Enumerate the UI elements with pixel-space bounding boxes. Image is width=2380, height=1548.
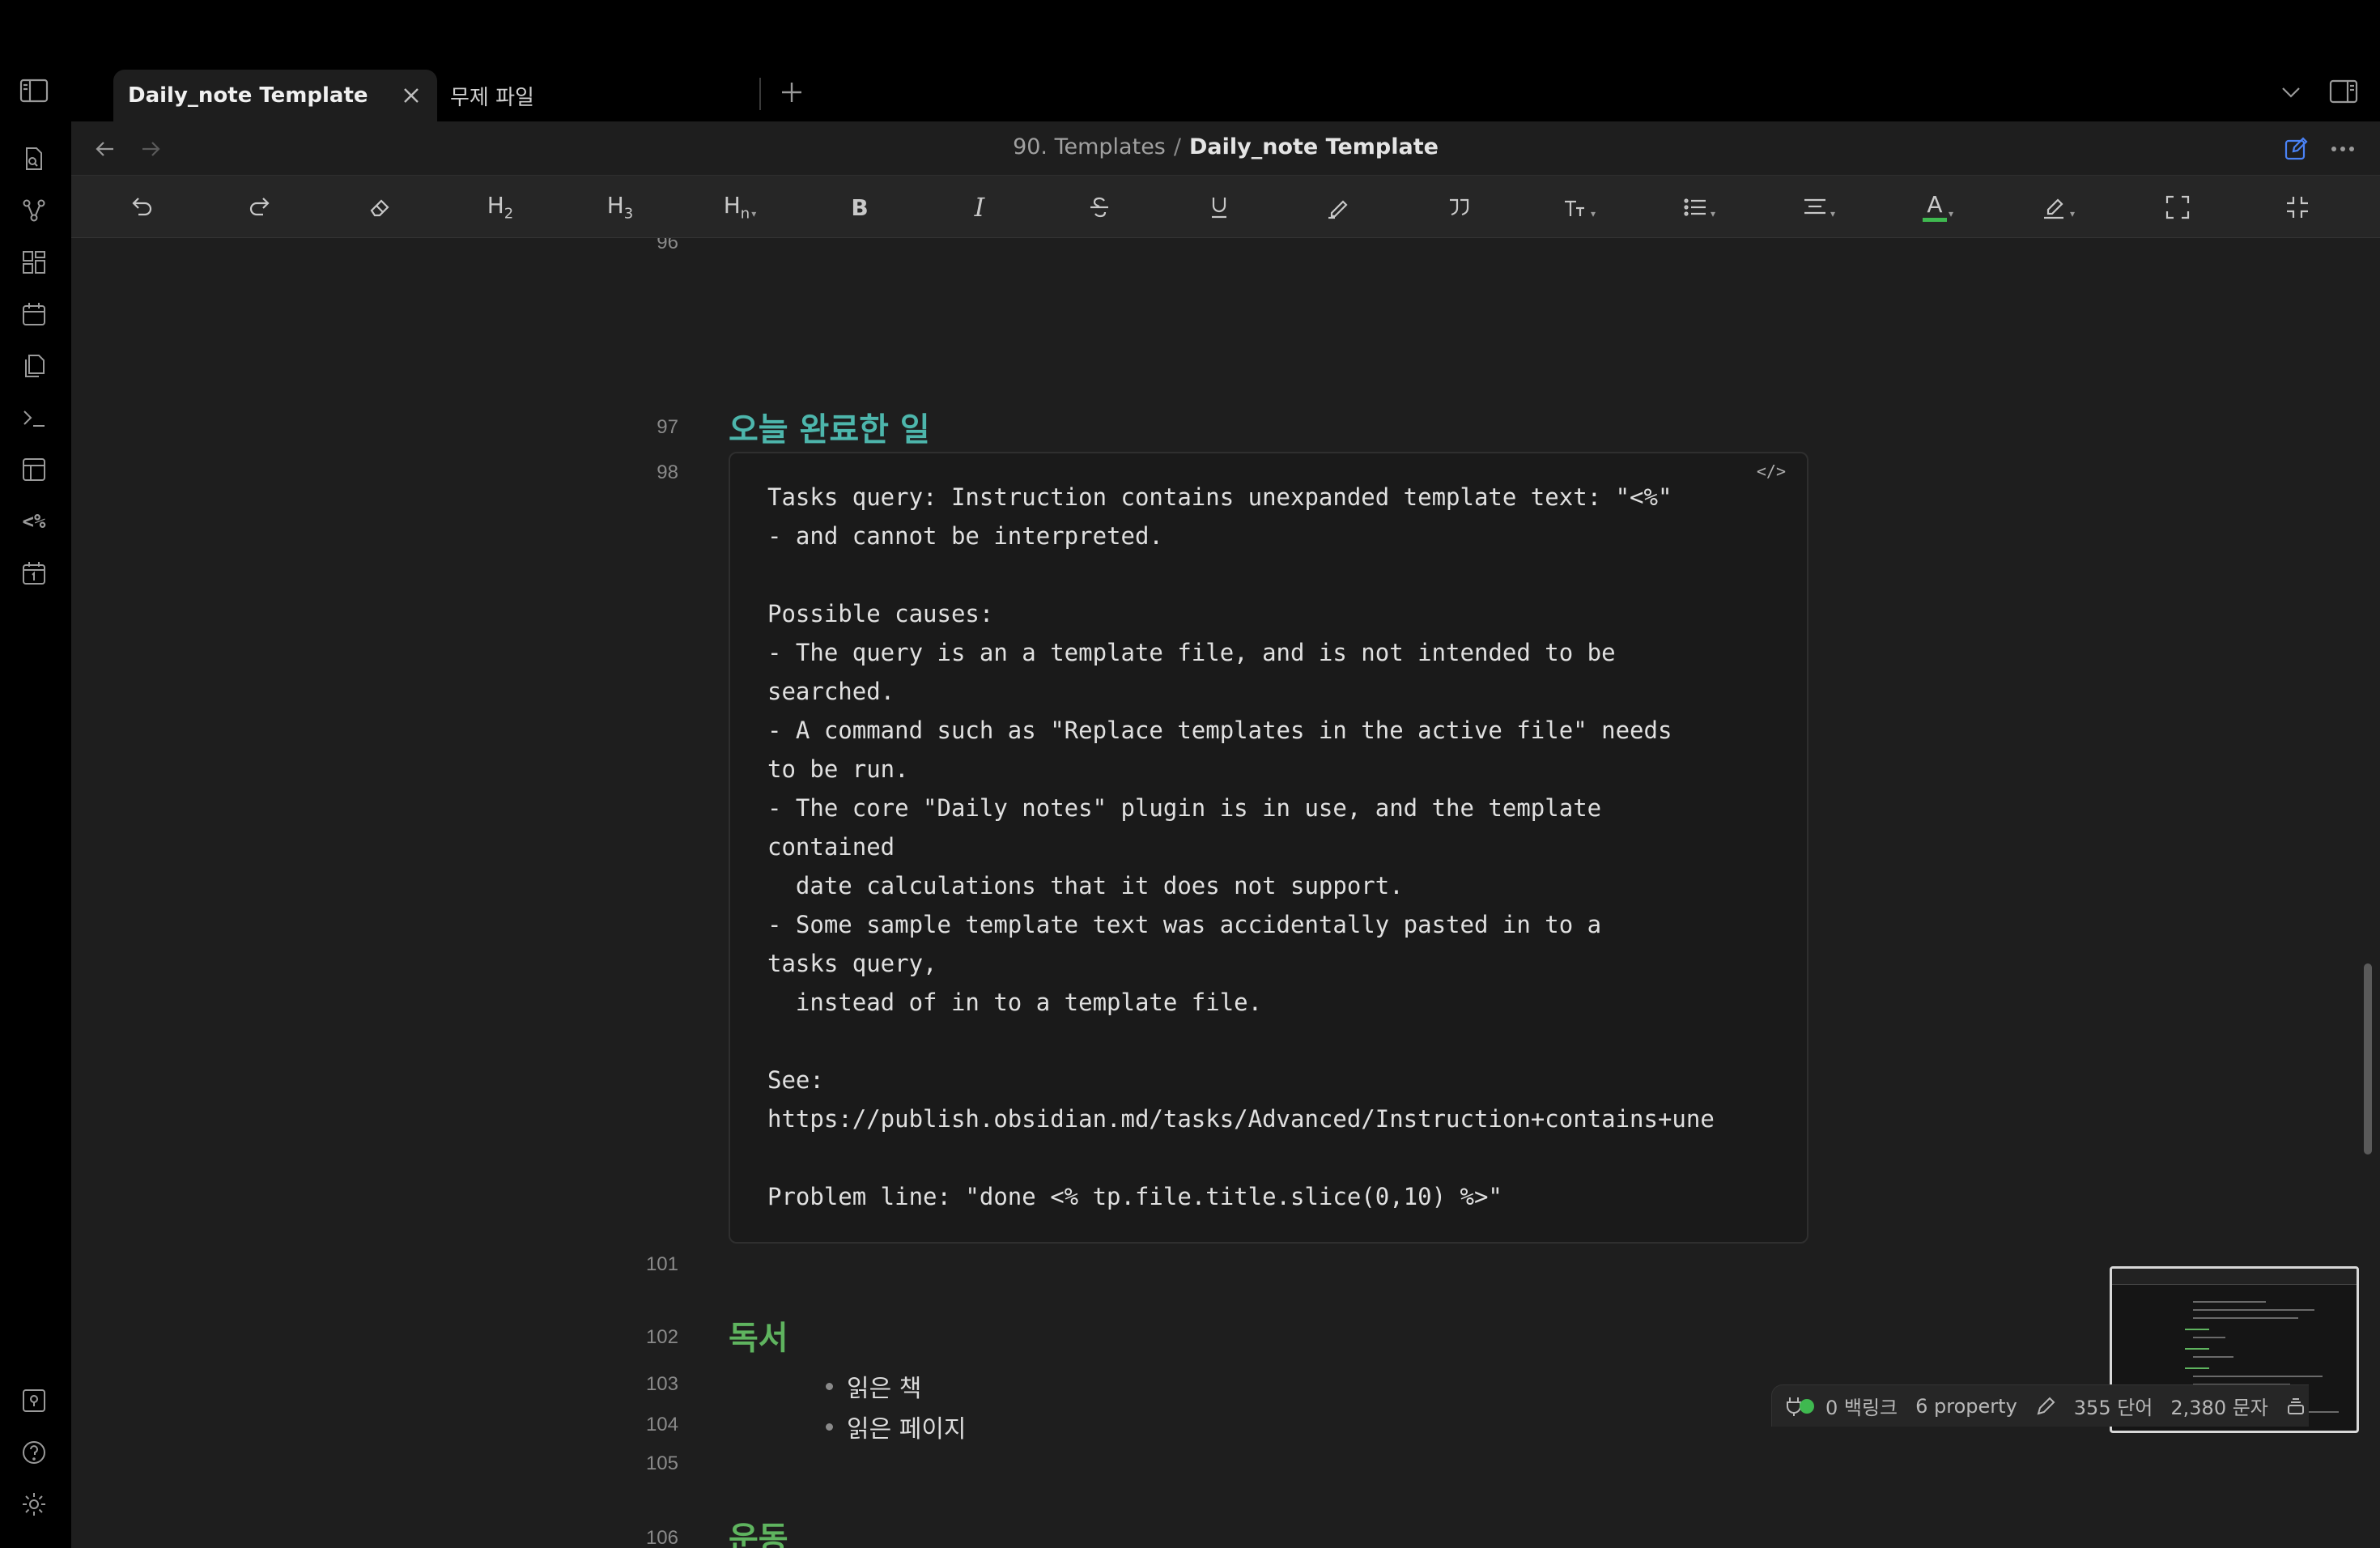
line-number: 102 <box>645 1326 678 1348</box>
underline-icon[interactable] <box>1198 187 1240 228</box>
more-options-icon[interactable] <box>2327 133 2359 165</box>
editor-pane: 90. Templates / Daily_note Template H2 H3 … <box>71 121 2380 1548</box>
heading-n-dropdown[interactable]: Hn ▾ <box>719 187 761 228</box>
chevron-down-icon: ▾ <box>751 208 757 219</box>
chevron-down-icon[interactable] <box>2275 76 2307 108</box>
plugin-status-icon[interactable] <box>1785 1396 1814 1417</box>
breadcrumb-folder[interactable]: 90. Templates <box>1013 134 1166 159</box>
tab-daily-note-template[interactable]: Daily_note Template <box>113 70 437 121</box>
left-sidebar-toggle-icon[interactable] <box>18 74 50 107</box>
daily-note-icon[interactable] <box>18 557 50 589</box>
tab-untitled-file[interactable]: 무제 파일 <box>450 70 758 121</box>
calendar-icon[interactable] <box>18 298 50 330</box>
redo-icon[interactable] <box>240 187 282 228</box>
files-icon[interactable] <box>18 350 50 382</box>
eraser-icon[interactable] <box>359 187 402 228</box>
line-number: 97 <box>657 416 678 438</box>
new-tab-icon[interactable] <box>776 76 808 108</box>
bullet-list-dropdown-icon[interactable]: ▾ <box>1677 187 1719 228</box>
line-number: 101 <box>645 1253 678 1275</box>
graph-view-icon[interactable] <box>18 194 50 227</box>
highlighter-pen-icon[interactable] <box>1318 187 1360 228</box>
left-ribbon: <% <box>0 121 71 1548</box>
edit-mode-icon[interactable] <box>2280 133 2312 165</box>
command-palette-icon[interactable] <box>18 402 50 434</box>
chevron-down-icon: ▾ <box>1948 208 1954 219</box>
italic-button[interactable]: I <box>958 187 1001 228</box>
open-quick-switcher-icon[interactable] <box>18 142 50 175</box>
tab-label: 무제 파일 <box>450 85 534 110</box>
heading-2-button[interactable]: H2 <box>479 187 521 228</box>
breadcrumb-separator: / <box>1173 134 1181 159</box>
canvas-icon[interactable] <box>18 246 50 279</box>
check-icon <box>1800 1398 1814 1414</box>
blockquote-icon[interactable] <box>1438 187 1480 228</box>
heading-done-today: 오늘 완료한 일 <box>729 411 930 449</box>
character-count: 2,380 문자 <box>2170 1397 2268 1419</box>
tab-label: Daily_note Template <box>128 83 368 108</box>
fullscreen-icon[interactable] <box>2157 187 2199 228</box>
vault-switcher-icon[interactable] <box>18 1384 50 1417</box>
backlinks-count[interactable]: 0 백링크 <box>1825 1392 1898 1420</box>
bullet-icon <box>826 1423 833 1431</box>
text-color-dropdown[interactable]: A ▾ <box>1917 187 1959 228</box>
line-number: 96 <box>657 238 678 253</box>
editor-scrollbar[interactable] <box>2364 963 2372 1155</box>
list-item: 읽은 페이지 <box>847 1415 967 1444</box>
highlight-color-dropdown-icon[interactable]: ▾ <box>2037 187 2079 228</box>
sync-layers-icon[interactable] <box>2286 1397 2306 1416</box>
help-icon[interactable] <box>18 1436 50 1469</box>
list-item: 읽은 책 <box>847 1375 922 1403</box>
templater-icon[interactable]: <% <box>18 505 50 538</box>
tasks-error-message: Tasks query: Instruction contains unexpa… <box>767 483 1715 1210</box>
line-number: 98 <box>657 461 678 483</box>
close-icon[interactable] <box>400 84 423 107</box>
heading-exercise: 운동 <box>729 1520 788 1548</box>
tasks-query-error-block: </> Tasks query: Instruction contains un… <box>729 452 1808 1244</box>
font-size-dropdown-icon[interactable]: ▾ <box>1558 187 1600 228</box>
exit-fullscreen-icon[interactable] <box>2276 187 2318 228</box>
bold-button[interactable]: B <box>839 187 881 228</box>
line-number: 105 <box>645 1452 678 1474</box>
edit-pencil-icon[interactable] <box>2035 1396 2056 1417</box>
text-color-swatch <box>1922 217 1947 222</box>
chevron-down-icon: ▾ <box>1710 208 1716 219</box>
templates-icon[interactable] <box>18 453 50 486</box>
properties-count[interactable]: 6 property <box>1915 1395 2017 1418</box>
undo-icon[interactable] <box>120 187 162 228</box>
chevron-down-icon: ▾ <box>2069 208 2076 219</box>
line-number: 103 <box>645 1373 678 1395</box>
right-sidebar-toggle-icon[interactable] <box>2327 74 2361 108</box>
align-center-dropdown-icon[interactable]: ▾ <box>1797 187 1839 228</box>
breadcrumb-current[interactable]: Daily_note Template <box>1189 134 1439 159</box>
status-bar: 0 백링크 6 property 355 단어 2,380 문자 <box>1771 1384 2309 1427</box>
heading-3-button[interactable]: H3 <box>599 187 641 228</box>
heading-reading: 독서 <box>729 1320 788 1357</box>
window-title-bar: Daily_note Template 무제 파일 <box>0 0 2380 121</box>
line-number: 104 <box>645 1414 678 1435</box>
strikethrough-icon[interactable] <box>1078 187 1120 228</box>
settings-icon[interactable] <box>18 1488 50 1520</box>
chevron-down-icon: ▾ <box>1590 208 1596 219</box>
line-number: 106 <box>645 1527 678 1548</box>
editor-content[interactable]: 96 97 오늘 완료한 일 98 </> Tasks query: Instr… <box>71 238 2380 1548</box>
formatting-toolbar: H2 H3 Hn ▾ B I ▾ ▾ ▾ A ▾ ▾ <box>71 175 2380 238</box>
bullet-icon <box>826 1383 833 1390</box>
word-count: 355 단어 <box>2073 1397 2153 1419</box>
tab-divider <box>759 78 761 110</box>
breadcrumb: 90. Templates / Daily_note Template <box>71 134 2380 159</box>
view-header: 90. Templates / Daily_note Template <box>71 121 2380 175</box>
chevron-down-icon: ▾ <box>1830 208 1836 219</box>
